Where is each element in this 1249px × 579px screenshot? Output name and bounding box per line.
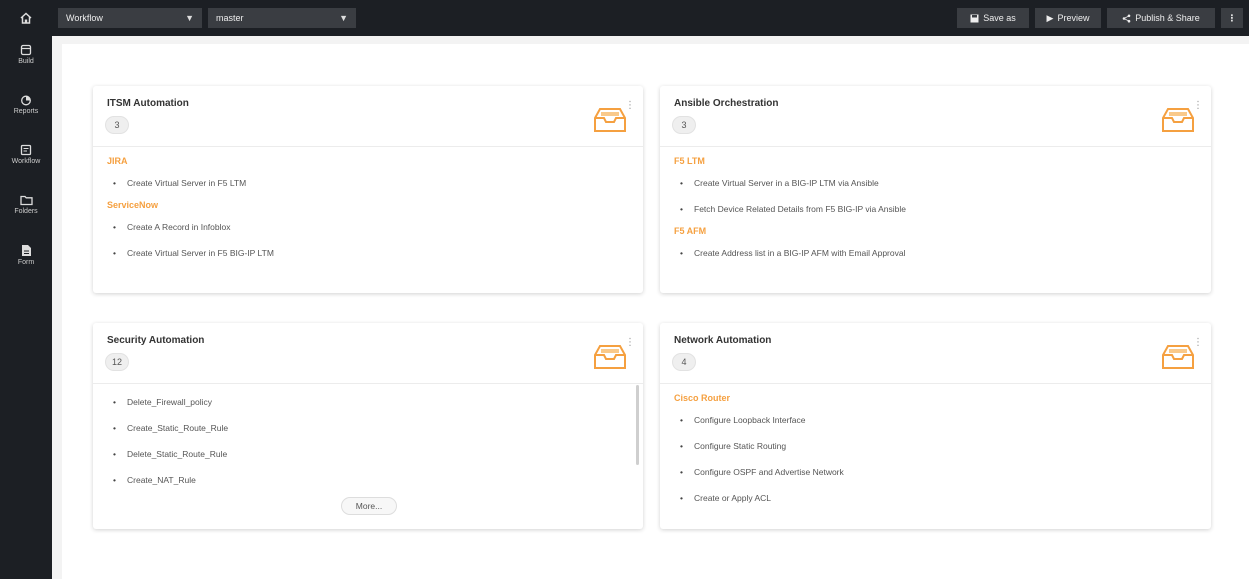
preview-label: Preview: [1057, 13, 1090, 23]
card-body: F5 LTM Create Virtual Server in a BIG-IP…: [674, 152, 1195, 266]
inbox-tray-icon: [593, 104, 627, 137]
sidebar-item-label: Folders: [14, 208, 38, 215]
sidebar-item-label: Reports: [13, 108, 39, 115]
card-ansible-orchestration[interactable]: Ansible Orchestration 3 ⋮ F5 LTM Create …: [660, 86, 1211, 293]
sidebar-item-label: Build: [18, 58, 34, 65]
group-label: F5 AFM: [674, 226, 707, 236]
save-as-button[interactable]: Save as: [957, 8, 1029, 28]
inbox-tray-icon: [1161, 104, 1195, 137]
divider: [660, 383, 1211, 384]
home-icon: [20, 12, 32, 24]
kebab-icon: ⋮: [1227, 12, 1237, 23]
form-icon: [21, 245, 31, 256]
list-item[interactable]: Configure Static Routing: [674, 433, 1195, 459]
share-icon: [1122, 14, 1131, 22]
count-badge: 4: [672, 353, 696, 371]
group-label: F5 LTM: [674, 156, 705, 166]
branch-select-value: master: [216, 13, 244, 23]
list-item[interactable]: Create or Apply ACL: [674, 485, 1195, 511]
preview-button[interactable]: ▶ Preview: [1035, 8, 1101, 28]
reports-icon: [21, 95, 31, 106]
card-menu-icon[interactable]: ⋮: [1193, 100, 1203, 111]
more-button[interactable]: More...: [341, 497, 397, 515]
publish-share-label: Publish & Share: [1135, 13, 1200, 23]
divider: [660, 146, 1211, 147]
card-body: Cisco Router Configure Loopback Interfac…: [674, 389, 1195, 511]
list-item[interactable]: Configure OSPF and Advertise Network: [674, 459, 1195, 485]
build-icon: [20, 44, 32, 56]
list-item[interactable]: Create Virtual Server in F5 BIG-IP LTM: [107, 240, 627, 266]
list-item[interactable]: Delete_Firewall_policy: [107, 389, 627, 415]
card-menu-icon[interactable]: ⋮: [625, 337, 635, 348]
save-as-label: Save as: [983, 13, 1016, 23]
sidebar-item-folders[interactable]: Folders: [0, 194, 52, 238]
card-network-automation[interactable]: Network Automation 4 ⋮ Cisco Router Conf…: [660, 323, 1211, 529]
card-body: JIRA Create Virtual Server in F5 LTM Ser…: [107, 152, 627, 266]
chevron-down-icon: ▼: [185, 13, 194, 23]
workflow-icon: [20, 144, 32, 156]
divider: [93, 146, 643, 147]
divider: [93, 383, 643, 384]
list-item[interactable]: Create Virtual Server in F5 LTM: [107, 170, 627, 196]
card-itsm-automation[interactable]: ITSM Automation 3 ⋮ JIRA Create Virtual …: [93, 86, 643, 293]
sidebar-item-label: Form: [17, 259, 35, 266]
workflow-select[interactable]: Workflow ▼: [58, 8, 202, 28]
inbox-tray-icon: [593, 341, 627, 374]
card-title: ITSM Automation: [107, 98, 189, 109]
group-label: Cisco Router: [674, 393, 731, 403]
group-label: ServiceNow: [107, 200, 159, 210]
list-item[interactable]: Fetch Device Related Details from F5 BIG…: [674, 196, 1195, 222]
sidebar-item-label: Workflow: [11, 158, 41, 165]
list-item[interactable]: Create A Record in Infoblox: [107, 214, 627, 240]
home-button[interactable]: [0, 0, 52, 36]
card-security-automation[interactable]: Security Automation 12 ⋮ Delete_Firewall…: [93, 323, 643, 529]
count-badge: 3: [105, 116, 129, 134]
count-badge: 12: [105, 353, 129, 371]
more-options-button[interactable]: ⋮: [1221, 8, 1243, 28]
list-item[interactable]: Create_NAT_Rule: [107, 467, 627, 493]
list-item[interactable]: Configure Loopback Interface: [674, 407, 1195, 433]
card-body: Delete_Firewall_policy Create_Static_Rou…: [107, 389, 627, 493]
sidebar-item-reports[interactable]: Reports: [0, 94, 52, 138]
list-item[interactable]: Create_Static_Route_Rule: [107, 415, 627, 441]
group-label: JIRA: [107, 156, 128, 166]
card-title: Network Automation: [674, 335, 772, 346]
top-bar: Workflow ▼ master ▼ Save as ▶ Preview Pu…: [0, 0, 1249, 36]
list-item[interactable]: Delete_Static_Route_Rule: [107, 441, 627, 467]
list-item[interactable]: Create Virtual Server in a BIG-IP LTM vi…: [674, 170, 1195, 196]
save-icon: [970, 14, 979, 22]
sidebar-item-form[interactable]: Form: [0, 244, 52, 288]
card-menu-icon[interactable]: ⋮: [1193, 337, 1203, 348]
branch-select[interactable]: master ▼: [208, 8, 356, 28]
list-item[interactable]: Create Address list in a BIG-IP AFM with…: [674, 240, 1195, 266]
card-menu-icon[interactable]: ⋮: [625, 100, 635, 111]
workflow-select-value: Workflow: [66, 13, 103, 23]
inbox-tray-icon: [1161, 341, 1195, 374]
card-title: Security Automation: [107, 335, 205, 346]
play-icon: ▶: [1046, 12, 1054, 23]
chevron-down-icon: ▼: [339, 13, 348, 23]
publish-share-button[interactable]: Publish & Share: [1107, 8, 1215, 28]
count-badge: 3: [672, 116, 696, 134]
scrollbar[interactable]: [636, 385, 639, 465]
folder-icon: [19, 195, 33, 206]
card-title: Ansible Orchestration: [674, 98, 779, 109]
sidebar-item-workflow[interactable]: Workflow: [0, 144, 52, 188]
sidebar: Build Reports Workflow Folders Form: [0, 36, 52, 579]
sidebar-item-build[interactable]: Build: [0, 44, 52, 88]
